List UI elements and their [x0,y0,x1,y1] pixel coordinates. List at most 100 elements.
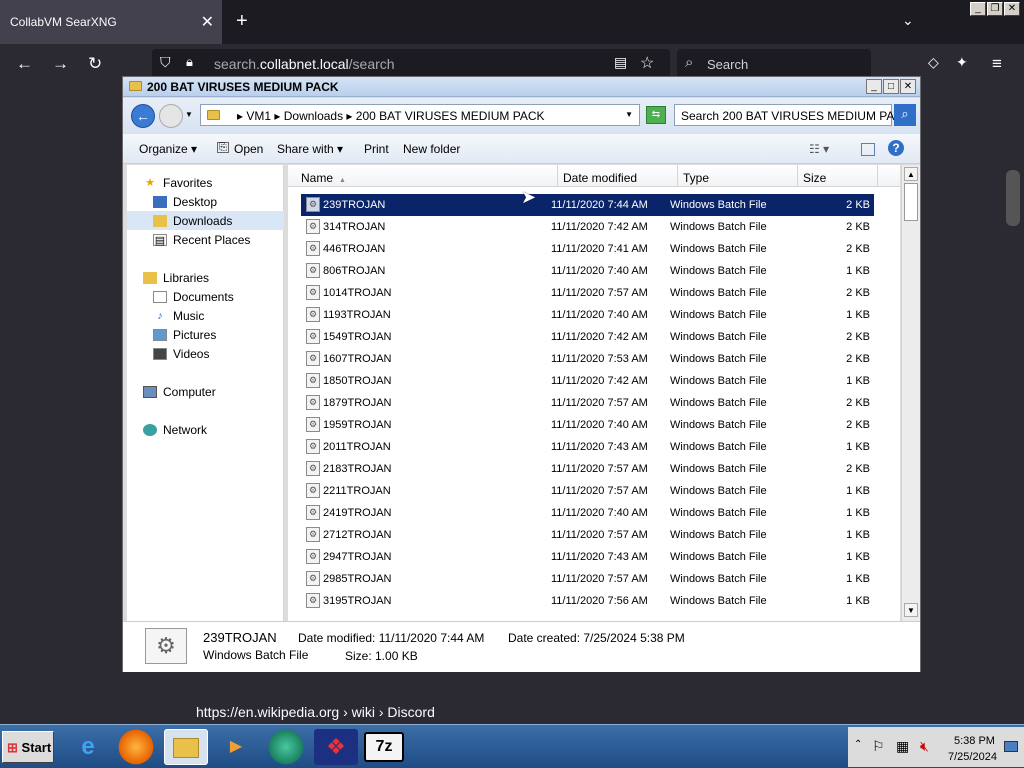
table-row[interactable]: ⚙ 3195TROJAN 11/11/2020 7:56 AM Windows Bat… [301,590,874,612]
green-app-icon[interactable] [264,729,308,765]
open-button[interactable]: Open [234,142,263,156]
preview-pane-icon[interactable] [861,143,875,156]
nav-libraries[interactable]: Libraries [143,271,209,285]
file-type: Windows Batch File [670,397,767,409]
table-row[interactable]: ⚙ 2183TROJAN 11/11/2020 7:57 AM Windows Bat… [301,458,874,480]
table-row[interactable]: ⚙ 2211TROJAN 11/11/2020 7:57 AM Windows Bat… [301,480,874,502]
share-with-button[interactable]: Share with ▾ [277,142,343,156]
shield-icon[interactable]: ⛉ [160,54,171,71]
bookmark-star-icon[interactable]: ☆ [640,53,654,73]
view-options-icon[interactable]: ☷ ▾ [809,142,829,156]
url-text[interactable]: search.collabnet.local/search [214,56,395,72]
file-list: Name ▲ Date modified Type Size ⚙ 239TROJAN… [288,165,900,621]
show-hidden-icons-chevron-icon[interactable]: ⌃ [854,739,862,750]
action-center-flag-icon[interactable]: ⚐ [872,738,885,755]
start-button[interactable]: ⊞ Start [2,731,54,763]
firefox-icon[interactable] [114,729,158,765]
search-icon[interactable]: ⌕ [894,104,916,126]
vm-restore-button[interactable]: ❐ [987,2,1003,16]
forward-arrow-icon[interactable]: → [52,54,69,74]
new-folder-button[interactable]: New folder [403,142,460,156]
nav-recent-places[interactable]: ▤ Recent Places [153,233,250,247]
nav-pictures[interactable]: Pictures [153,328,216,342]
table-row[interactable]: ⚙ 1959TROJAN 11/11/2020 7:40 AM Windows Bat… [301,414,874,436]
network-tray-icon[interactable]: ▦ [896,738,909,755]
table-row[interactable]: ⚙ 2419TROJAN 11/11/2020 7:40 AM Windows Bat… [301,502,874,524]
table-row[interactable]: ⚙ 1850TROJAN 11/11/2020 7:42 AM Windows Bat… [301,370,874,392]
reader-view-icon[interactable]: ▤ [614,54,627,71]
browser-tab[interactable]: CollabVM SearXNG ✕ [0,0,222,44]
scroll-thumb[interactable] [904,183,918,221]
column-name[interactable]: Name ▲ [296,165,558,187]
address-bar[interactable]: ▸ VM1 ▸ Downloads ▸ 200 BAT VIRUSES MEDI… [200,104,640,126]
volume-muted-icon[interactable]: 🔇︎ [920,738,929,755]
forward-button[interactable] [159,104,183,128]
close-tab-icon[interactable]: ✕ [201,12,214,32]
explorer-taskbar-button[interactable] [164,729,208,765]
7zip-icon[interactable]: 7z [364,732,404,762]
back-arrow-icon[interactable]: ← [16,54,33,74]
vm-close-button[interactable]: ✕ [1004,2,1020,16]
refresh-button[interactable]: ⇆ [646,106,666,124]
back-button[interactable]: ← [131,104,155,128]
column-date-modified[interactable]: Date modified [558,165,678,187]
address-dropdown-icon[interactable]: ▼ [625,110,633,119]
table-row[interactable]: ⚙ 2712TROJAN 11/11/2020 7:57 AM Windows Bat… [301,524,874,546]
file-type: Windows Batch File [670,595,767,607]
nav-favorites[interactable]: ★ Favorites [143,176,212,190]
clock-date[interactable]: 7/25/2024 [948,751,997,763]
menu-icon[interactable]: ≡ [992,54,1002,74]
table-row[interactable]: ⚙ 2011TROJAN 11/11/2020 7:43 AM Windows Bat… [301,436,874,458]
table-row[interactable]: ⚙ 1879TROJAN 11/11/2020 7:57 AM Windows Bat… [301,392,874,414]
table-row[interactable]: ⚙ 1193TROJAN 11/11/2020 7:40 AM Windows Bat… [301,304,874,326]
table-row[interactable]: ⚙ 1014TROJAN 11/11/2020 7:57 AM Windows Bat… [301,282,874,304]
clock-time[interactable]: 5:38 PM [954,735,995,747]
nav-documents[interactable]: Documents [153,290,234,304]
table-row[interactable]: ⚙ 239TROJAN 11/11/2020 7:44 AM Windows Batc… [301,194,874,216]
table-row[interactable]: ⚙ 2985TROJAN 11/11/2020 7:57 AM Windows Bat… [301,568,874,590]
vm-minimize-button[interactable]: _ [970,2,986,16]
address-row: ← ▼ ▸ VM1 ▸ Downloads ▸ 200 BAT VIRUSES … [123,98,920,134]
table-row[interactable]: ⚙ 446TROJAN 11/11/2020 7:41 AM Windows Batc… [301,238,874,260]
media-player-icon[interactable]: ▶ [214,729,258,765]
minimize-button[interactable]: _ [866,79,882,94]
pocket-icon[interactable]: ◇ [928,54,939,71]
table-row[interactable]: ⚙ 1607TROJAN 11/11/2020 7:53 AM Windows Bat… [301,348,874,370]
nav-videos[interactable]: Videos [153,347,209,361]
url-domain: collabnet.local [259,56,349,72]
nav-desktop[interactable]: Desktop [153,195,217,209]
explorer-titlebar[interactable]: 200 BAT VIRUSES MEDIUM PACK _ □ ✕ [123,77,920,97]
reload-icon[interactable]: ↻ [88,54,102,74]
show-desktop-icon[interactable] [1004,741,1018,752]
close-button[interactable]: ✕ [900,79,916,94]
nav-downloads[interactable]: Downloads [153,214,232,228]
organize-button[interactable]: Organize ▾ [139,142,197,156]
new-tab-button[interactable]: + [236,10,248,33]
file-list-scrollbar[interactable]: ▲ ▼ [901,165,920,621]
column-size[interactable]: Size [798,165,878,187]
print-button[interactable]: Print [364,142,389,156]
lock-icon[interactable]: 🔒︎ [186,54,193,70]
table-row[interactable]: ⚙ 2947TROJAN 11/11/2020 7:43 AM Windows Bat… [301,546,874,568]
internet-explorer-icon[interactable]: e [66,729,110,765]
scroll-up-arrow-icon[interactable]: ▲ [904,167,918,181]
search-result-url[interactable]: https://en.wikipedia.org › wiki › Discor… [196,704,435,720]
column-type[interactable]: Type [678,165,798,187]
browser-search-box[interactable]: ⌕ Search [677,49,871,79]
table-row[interactable]: ⚙ 1549TROJAN 11/11/2020 7:42 AM Windows Bat… [301,326,874,348]
nav-computer[interactable]: Computer [143,385,216,399]
nav-music[interactable]: ♪ Music [153,309,204,323]
page-scrollbar-thumb[interactable] [1006,170,1020,226]
help-icon[interactable]: ? [888,140,904,156]
extensions-icon[interactable]: ✦ [956,54,968,71]
table-row[interactable]: ⚙ 806TROJAN 11/11/2020 7:40 AM Windows Batc… [301,260,874,282]
nav-network[interactable]: Network [143,423,207,437]
table-row[interactable]: ⚙ 314TROJAN 11/11/2020 7:42 AM Windows Batc… [301,216,874,238]
tab-list-chevron-icon[interactable]: ⌄ [902,12,914,29]
scroll-down-arrow-icon[interactable]: ▼ [904,603,918,617]
red-dragon-app-icon[interactable]: ❖ [314,729,358,765]
recent-pages-chevron-icon[interactable]: ▼ [185,110,193,119]
nav-recent-label: Recent Places [173,233,251,247]
folder-search-input[interactable]: Search 200 BAT VIRUSES MEDIUM PACK [674,104,911,126]
maximize-button[interactable]: □ [883,79,899,94]
